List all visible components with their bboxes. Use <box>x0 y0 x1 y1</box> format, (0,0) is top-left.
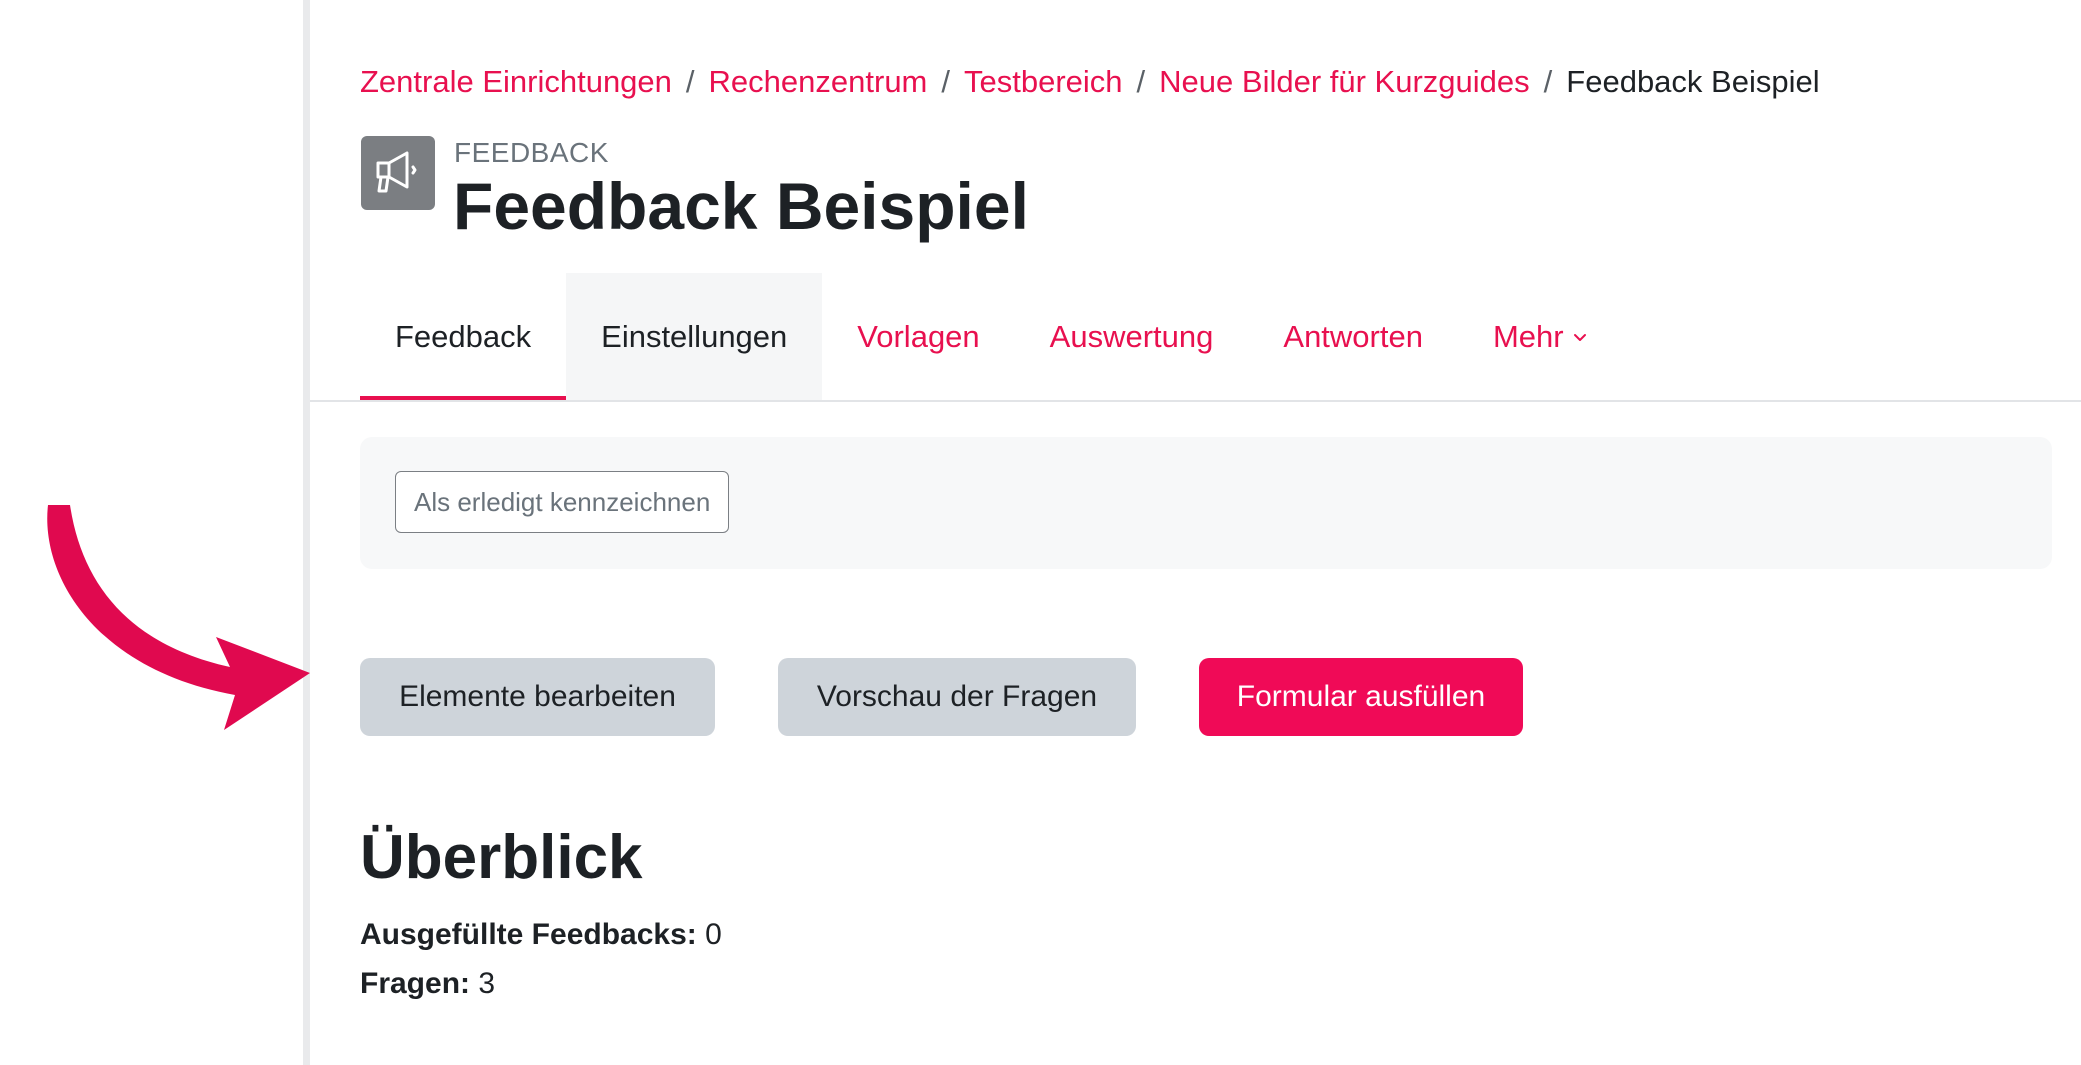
breadcrumb-separator: / <box>941 64 951 99</box>
annotation-arrow-icon <box>47 505 311 730</box>
page-title: Feedback Beispiel <box>453 169 1029 243</box>
megaphone-icon <box>376 151 417 193</box>
tab-vorlagen[interactable]: Vorlagen <box>822 273 1014 401</box>
edit-items-button[interactable]: Elemente bearbeiten <box>360 658 715 736</box>
tab-antworten[interactable]: Antworten <box>1248 273 1458 401</box>
breadcrumb-current: Feedback Beispiel <box>1566 64 1820 99</box>
breadcrumb-link-testbereich[interactable]: Testbereich <box>964 64 1123 99</box>
stat-value: 0 <box>705 918 722 951</box>
breadcrumb: Zentrale Einrichtungen / Rechenzentrum / Tes… <box>360 64 1820 100</box>
tab-label: Einstellungen <box>601 319 788 354</box>
stat-label: Ausgefüllte Feedbacks: <box>360 918 697 951</box>
fill-form-button[interactable]: Formular ausfüllen <box>1199 658 1523 736</box>
stat-value: 3 <box>478 967 496 1000</box>
preview-questions-button[interactable]: Vorschau der Fragen <box>778 658 1136 736</box>
completed-feedbacks-stat: Ausgefüllte Feedbacks: 0 <box>360 918 722 952</box>
tabs-divider <box>310 400 2081 402</box>
breadcrumb-separator: / <box>1543 64 1553 99</box>
stat-label: Fragen: <box>360 967 471 1000</box>
secondary-navigation: Feedback Einstellungen Vorlagen Auswertu… <box>360 273 1623 401</box>
mark-as-done-button[interactable]: Als erledigt kennzeichnen <box>395 471 730 533</box>
tab-label: Auswertung <box>1049 319 1214 354</box>
breadcrumb-separator: / <box>1136 64 1146 99</box>
chevron-down-icon <box>1573 334 1586 341</box>
activity-completion-panel: Als erledigt kennzeichnen <box>360 437 2052 569</box>
breadcrumb-link-rechenzentrum[interactable]: Rechenzentrum <box>709 64 928 99</box>
activity-icon-tile <box>361 136 435 210</box>
main-content: Zentrale Einrichtungen / Rechenzentrum / Tes… <box>310 0 2081 1065</box>
breadcrumb-link-zentrale-einrichtungen[interactable]: Zentrale Einrichtungen <box>360 64 672 99</box>
tab-label: Antworten <box>1283 319 1423 354</box>
breadcrumb-link-neue-bilder[interactable]: Neue Bilder für Kurzguides <box>1159 64 1529 99</box>
overview-heading: Überblick <box>360 823 643 892</box>
questions-stat: Fragen: 3 <box>360 967 495 1001</box>
tab-einstellungen[interactable]: Einstellungen <box>566 273 823 401</box>
tab-label: Mehr <box>1492 319 1564 354</box>
tab-auswertung[interactable]: Auswertung <box>1015 273 1249 401</box>
breadcrumb-separator: / <box>685 64 695 99</box>
tab-feedback[interactable]: Feedback <box>360 273 567 401</box>
tab-label: Vorlagen <box>857 319 980 354</box>
tab-label: Feedback <box>395 319 532 354</box>
tab-mehr-dropdown[interactable]: Mehr <box>1458 273 1623 401</box>
activity-type-label: FEEDBACK <box>454 137 609 168</box>
